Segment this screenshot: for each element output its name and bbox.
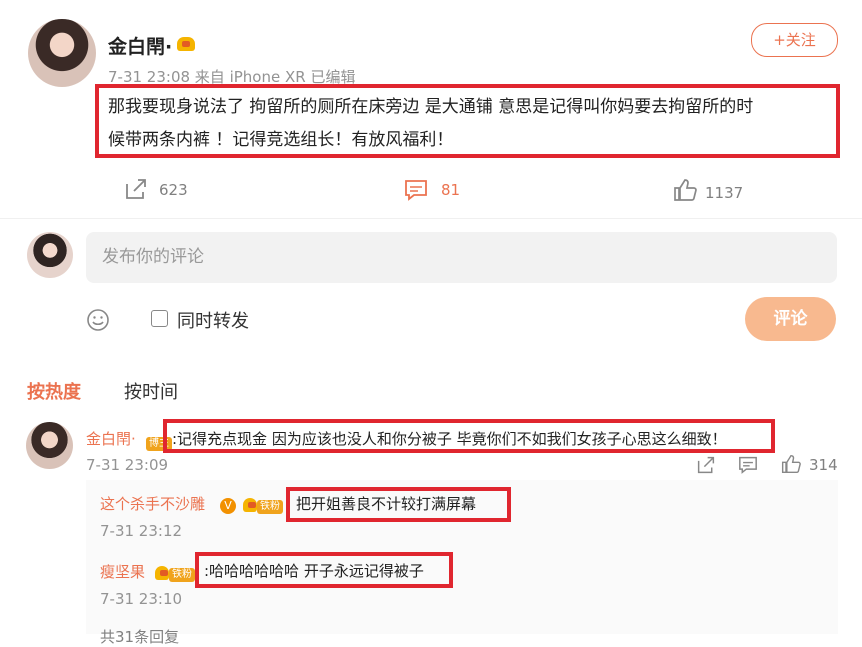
share-count[interactable]: 623: [159, 181, 188, 199]
divider: [0, 218, 862, 219]
like-icon[interactable]: [673, 178, 697, 202]
fan-badge: 铁粉: [243, 494, 283, 514]
comment-text: :记得充点现金 因为应该也没人和你分被子 毕竟你们不如我们女孩子心思这么细致！: [172, 430, 727, 448]
comment-icon[interactable]: [404, 179, 428, 201]
more-replies-link[interactable]: 共31条回复: [100, 626, 179, 647]
comment-share-icon[interactable]: [696, 456, 716, 474]
tab-sort-time[interactable]: 按时间: [124, 378, 178, 404]
comment-like-count[interactable]: 314: [809, 456, 838, 474]
post-content-line-2: 候带两条内裤 ！记得竞选组长！有放风福利！: [108, 130, 454, 150]
reply-text: 把开姐善良不计较打满屏幕: [296, 495, 477, 513]
submit-comment-button[interactable]: 评论: [745, 297, 836, 341]
comment-avatar[interactable]: [26, 422, 73, 469]
reply-time: 7-31 23:10: [100, 590, 183, 608]
reply-time: 7-31 23:12: [100, 522, 183, 540]
comment-time: 7-31 23:09: [86, 456, 169, 474]
vip-crown-icon: [177, 36, 195, 55]
share-icon[interactable]: [124, 178, 148, 200]
comment-count[interactable]: 81: [441, 181, 460, 199]
fan-badge: 铁粉: [155, 562, 195, 582]
post-author-name[interactable]: 金白閈·: [108, 32, 172, 59]
current-user-avatar[interactable]: [27, 232, 73, 278]
author-avatar[interactable]: [28, 19, 96, 87]
comment-input[interactable]: 发布你的评论: [86, 232, 837, 283]
like-count[interactable]: 1137: [705, 184, 743, 202]
verified-icon: V: [220, 494, 236, 514]
emoji-icon[interactable]: [86, 308, 110, 332]
post-content-line-1: 那我要现身说法了 拘留所的厕所在床旁边 是大通铺 意思是记得叫你妈要去拘留所的时: [108, 97, 754, 117]
tab-sort-hot[interactable]: 按热度: [27, 378, 81, 404]
comment-author[interactable]: 金白閈·: [86, 428, 136, 449]
repost-checkbox[interactable]: [151, 310, 168, 327]
follow-button[interactable]: +关注: [751, 23, 838, 57]
repost-label[interactable]: 同时转发: [177, 307, 249, 333]
comment-like-icon[interactable]: [781, 454, 801, 474]
reply-author[interactable]: 瘦坚果: [100, 561, 145, 582]
reply-text: :哈哈哈哈哈哈 开子永远记得被子: [204, 562, 424, 580]
comment-reply-icon[interactable]: [738, 456, 758, 474]
reply-author[interactable]: 这个杀手不沙雕: [100, 493, 205, 514]
